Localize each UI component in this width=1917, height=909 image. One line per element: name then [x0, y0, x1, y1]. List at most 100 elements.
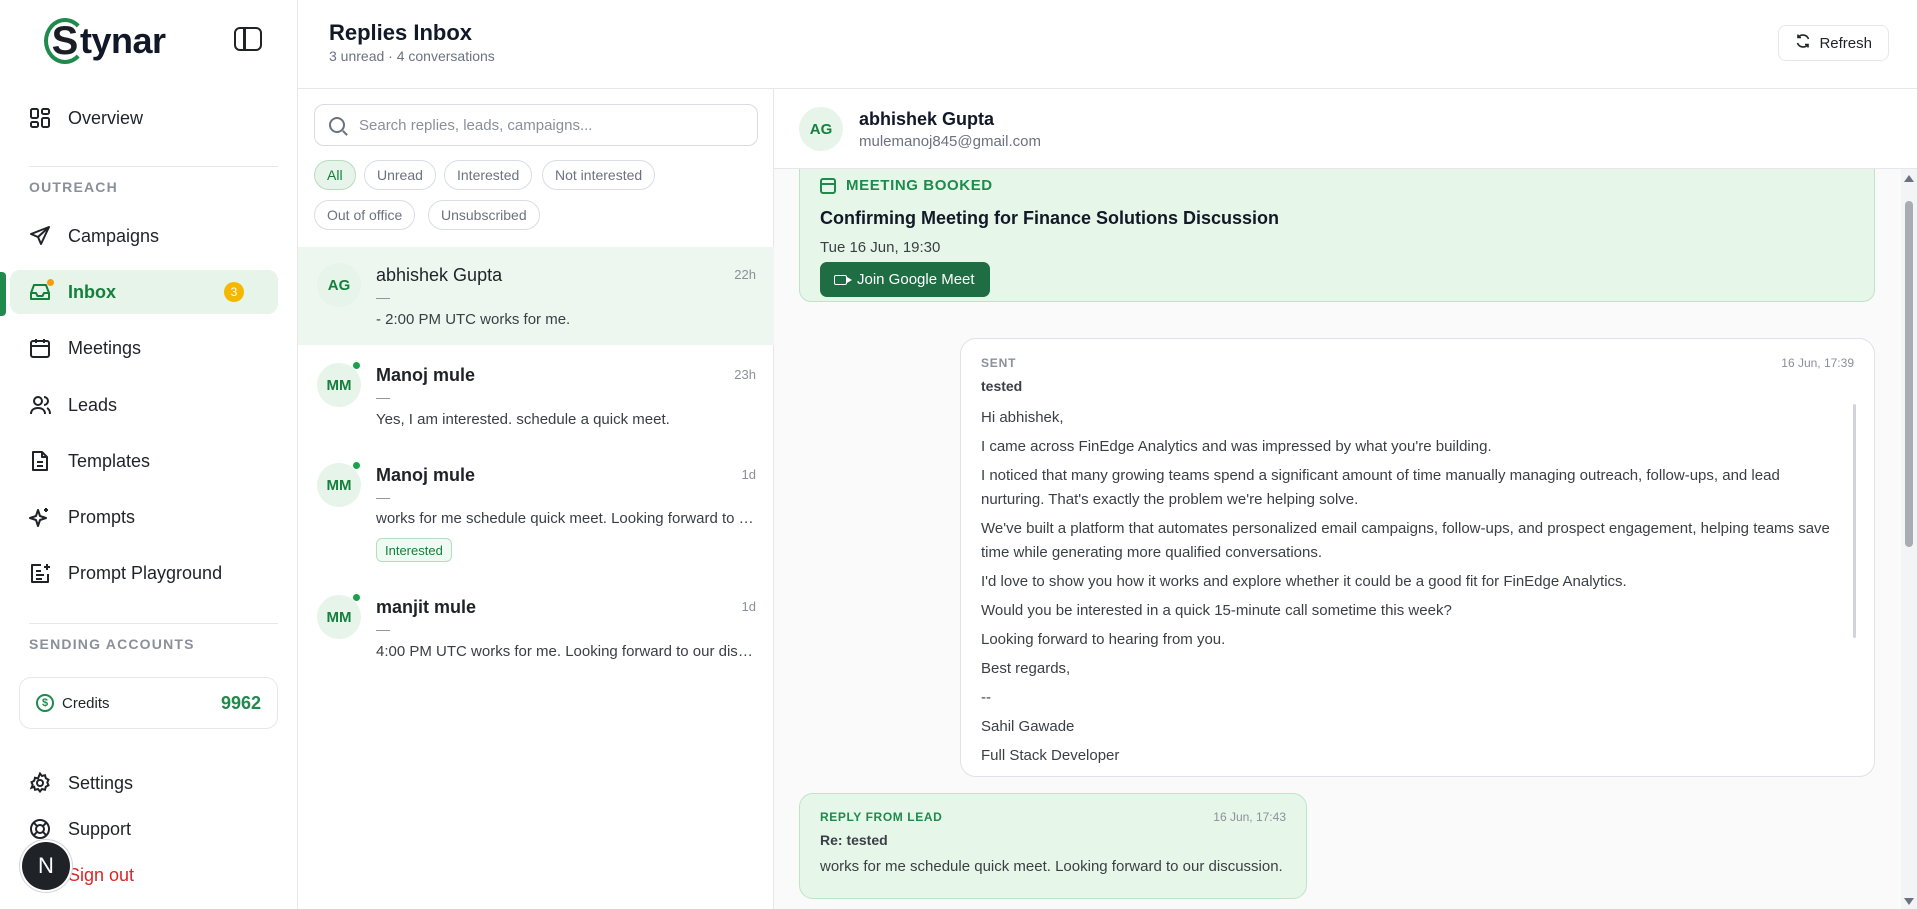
avatar: AG	[799, 107, 843, 151]
detail-header: AG abhishek Gupta mulemanoj845@gmail.com	[774, 89, 1917, 169]
sidebar: S tynar Overview OUTREACH Campaigns Inbo…	[0, 0, 298, 909]
page-header: Replies Inbox 3 unread · 4 conversations…	[298, 0, 1917, 89]
join-label: Join Google Meet	[857, 271, 975, 288]
message-subject: tested	[981, 378, 1023, 394]
calendar-icon	[28, 336, 52, 360]
unread-dot	[47, 279, 54, 286]
message-line: --	[981, 689, 991, 706]
online-indicator	[352, 461, 361, 470]
sidebar-item-meetings[interactable]: Meetings	[10, 326, 278, 370]
sidebar-item-prompt-playground[interactable]: Prompt Playground	[10, 551, 278, 595]
sent-message-card: SENT 16 Jun, 17:39 tested Hi abhishek, I…	[960, 338, 1875, 777]
message-line: I'd love to show you how it works and ex…	[981, 573, 1627, 590]
contact-email: mulemanoj845@gmail.com	[859, 133, 1041, 150]
join-google-meet-button[interactable]: Join Google Meet	[820, 262, 990, 297]
conversation-time: 22h	[734, 267, 756, 282]
sidebar-item-campaigns[interactable]: Campaigns	[10, 214, 278, 258]
message-body: Hi abhishek, I came across FinEdge Analy…	[981, 406, 1846, 767]
divider	[29, 623, 278, 624]
scroll-up-icon[interactable]	[1904, 175, 1914, 182]
message-body: works for me schedule quick meet. Lookin…	[820, 858, 1283, 875]
users-icon	[28, 393, 52, 417]
conversation-time: 23h	[734, 367, 756, 382]
conversation-name: manjit mule	[376, 597, 477, 617]
inbox-count-badge: 3	[224, 282, 244, 302]
conversation-item[interactable]: MM Manoj mule 1d — works for me schedule…	[298, 445, 774, 577]
sign-out-link[interactable]: Sign out	[68, 865, 134, 886]
conversation-subject: —	[376, 289, 390, 305]
conversation-item[interactable]: MM manjit mule 1d — 4:00 PM UTC works fo…	[298, 577, 774, 677]
sidebar-item-leads[interactable]: Leads	[10, 383, 278, 427]
sidebar-toggle-icon[interactable]	[234, 27, 262, 51]
section-label-sending-accounts: SENDING ACCOUNTS	[29, 636, 195, 652]
calendar-icon	[820, 177, 836, 194]
message-line: I came across FinEdge Analytics and was …	[981, 438, 1492, 455]
sidebar-item-label: Leads	[68, 394, 118, 415]
conversation-list-panel: All Unread Interested Not interested Out…	[298, 89, 774, 909]
scrollbar-thumb[interactable]	[1905, 201, 1913, 547]
sidebar-item-label: Inbox	[68, 281, 116, 302]
message-date: 16 Jun, 17:43	[1213, 810, 1286, 824]
video-icon	[834, 274, 852, 285]
user-avatar[interactable]: N	[22, 842, 70, 890]
scroll-down-icon[interactable]	[1904, 898, 1914, 905]
message-line: Full Stack Developer	[981, 747, 1120, 764]
filter-chip-unread[interactable]: Unread	[364, 160, 436, 190]
sidebar-item-label: Meetings	[68, 337, 142, 358]
credits-label: Credits	[62, 694, 110, 712]
message-line: Hi abhishek,	[981, 409, 1064, 426]
conversation-name: Manoj mule	[376, 365, 476, 385]
conversation-time: 1d	[741, 467, 756, 482]
sidebar-item-label: Templates	[68, 450, 151, 471]
sidebar-item-prompts[interactable]: Prompts	[10, 495, 278, 539]
conversation-item[interactable]: AG abhishek Gupta 22h — - 2:00 PM UTC wo…	[298, 247, 774, 345]
logo-mark: S	[44, 18, 86, 64]
filter-chip-out-of-office[interactable]: Out of office	[314, 200, 416, 230]
conversation-preview: 4:00 PM UTC works for me. Looking forwar…	[376, 643, 756, 660]
conversation-preview: - 2:00 PM UTC works for me.	[376, 311, 571, 328]
conversation-subject: —	[376, 389, 390, 405]
conversation-detail-panel: MEETING BOOKED Confirming Meeting for Fi…	[774, 89, 1917, 909]
status-badge: Interested	[376, 538, 452, 562]
meeting-booked-card: MEETING BOOKED Confirming Meeting for Fi…	[799, 159, 1875, 302]
conversation-item[interactable]: MM Manoj mule 23h — Yes, I am interested…	[298, 345, 774, 445]
inbox-icon	[28, 279, 54, 304]
sidebar-item-templates[interactable]: Templates	[10, 439, 278, 483]
search-input[interactable]	[359, 116, 757, 134]
message-scrollbar[interactable]	[1853, 404, 1856, 638]
conversation-name: Manoj mule	[376, 465, 476, 485]
dollar-icon: $	[36, 694, 54, 712]
logo-text: tynar	[80, 20, 166, 61]
message-subject: Re: tested	[820, 832, 888, 848]
sidebar-item-inbox[interactable]: Inbox 3	[10, 270, 278, 314]
conversation-time: 1d	[741, 599, 756, 614]
divider	[29, 166, 278, 167]
sidebar-item-overview[interactable]: Overview	[10, 96, 278, 140]
sidebar-item-label: Support	[68, 818, 132, 839]
brand-logo[interactable]: S tynar	[44, 16, 166, 66]
meeting-label: MEETING BOOKED	[820, 177, 993, 194]
filter-chip-interested[interactable]: Interested	[444, 160, 533, 190]
refresh-button[interactable]: Refresh	[1778, 25, 1889, 61]
lifebuoy-icon	[28, 817, 52, 841]
reply-message-card: REPLY FROM LEAD 16 Jun, 17:43 Re: tested…	[799, 793, 1307, 899]
credits-card: $ Credits 9962	[19, 677, 278, 729]
message-line: We've built a platform that automates pe…	[981, 520, 1830, 561]
page-subtitle: 3 unread · 4 conversations	[329, 48, 495, 64]
filter-chip-all[interactable]: All	[314, 160, 356, 190]
filter-chip-unsubscribed[interactable]: Unsubscribed	[428, 200, 540, 230]
sidebar-item-label: Overview	[68, 107, 144, 128]
message-line: Sahil Gawade	[981, 718, 1075, 735]
meeting-label-text: MEETING BOOKED	[846, 177, 993, 194]
conversation-preview: works for me schedule quick meet. Lookin…	[376, 510, 756, 527]
page-title: Replies Inbox	[329, 20, 473, 45]
section-label-outreach: OUTREACH	[29, 179, 118, 195]
sparkle-icon	[28, 505, 52, 529]
filter-chip-not-interested[interactable]: Not interested	[542, 160, 656, 190]
detail-scrollbar[interactable]	[1901, 169, 1917, 909]
refresh-label: Refresh	[1819, 34, 1872, 52]
grid-icon	[28, 106, 52, 130]
sidebar-item-settings[interactable]: Settings	[10, 761, 278, 805]
search-box[interactable]	[314, 104, 758, 146]
meeting-time: Tue 16 Jun, 19:30	[820, 239, 941, 256]
